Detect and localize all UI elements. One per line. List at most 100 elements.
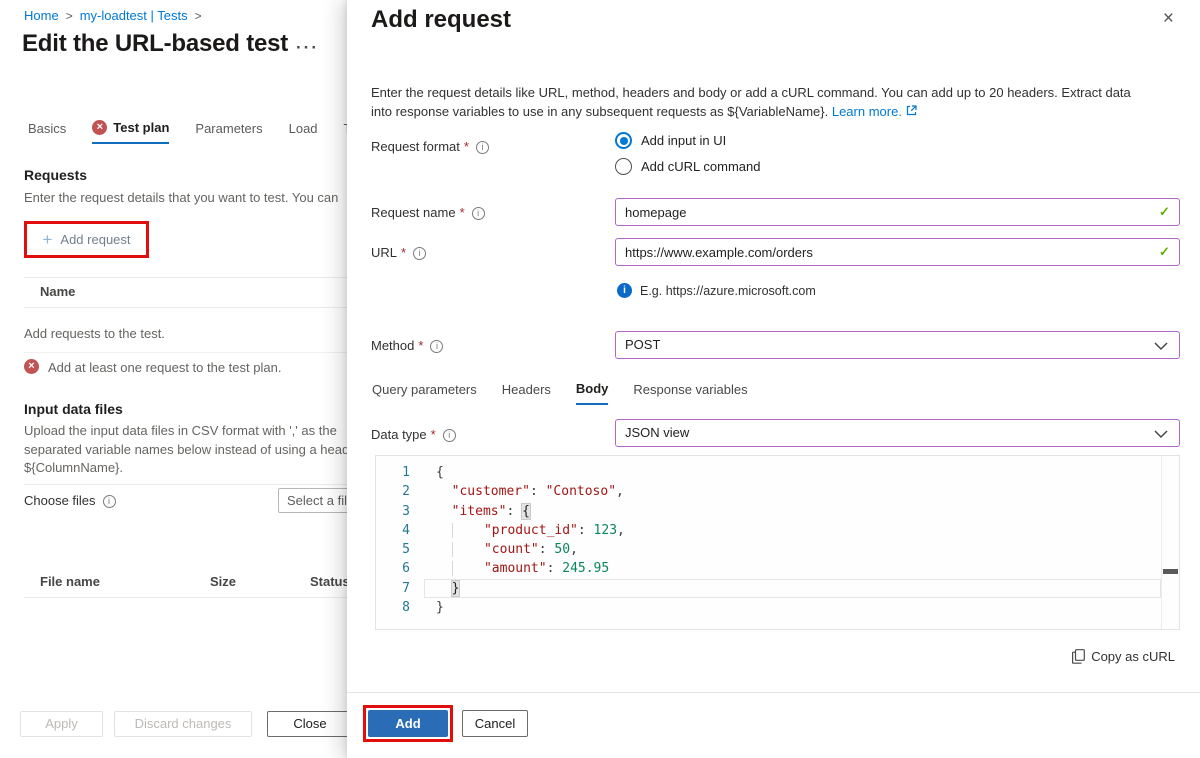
panel-description-text: Enter the request details like URL, meth… bbox=[371, 85, 1131, 119]
code-line[interactable]: 4 "product_id": 123, bbox=[376, 521, 1179, 540]
required-marker: * bbox=[460, 205, 465, 220]
url-hint-text: E.g. https://azure.microsoft.com bbox=[640, 284, 816, 298]
input-data-files-description: ${ColumnName}. bbox=[24, 460, 360, 475]
choose-files-text: Choose files bbox=[24, 493, 96, 508]
error-icon bbox=[92, 120, 107, 135]
editor-scrollbar-thumb[interactable] bbox=[1163, 569, 1178, 574]
divider bbox=[24, 484, 360, 485]
radio-unselected-icon bbox=[615, 158, 632, 175]
code-line[interactable]: 2 "customer": "Contoso", bbox=[376, 482, 1179, 501]
required-marker: * bbox=[418, 338, 423, 353]
info-icon[interactable] bbox=[413, 247, 426, 260]
error-icon bbox=[24, 359, 39, 374]
required-marker: * bbox=[431, 427, 436, 442]
add-button[interactable]: Add bbox=[368, 710, 448, 737]
label-text: Method bbox=[371, 338, 414, 353]
page-tabs: Basics Test plan Parameters Load T bbox=[28, 120, 351, 144]
apply-button[interactable]: Apply bbox=[20, 711, 103, 737]
add-button-highlight: Add bbox=[363, 705, 453, 742]
info-icon[interactable] bbox=[472, 207, 485, 220]
required-marker: * bbox=[464, 139, 469, 154]
code-line[interactable]: 7 } bbox=[376, 579, 1179, 598]
code-text: "count": 50, bbox=[424, 540, 578, 559]
label-text: Request name bbox=[371, 205, 456, 220]
radio-selected-icon bbox=[615, 132, 632, 149]
discard-changes-button[interactable]: Discard changes bbox=[114, 711, 252, 737]
info-icon[interactable] bbox=[430, 340, 443, 353]
code-line[interactable]: 6 "amount": 245.95 bbox=[376, 559, 1179, 578]
tab-query-parameters[interactable]: Query parameters bbox=[372, 381, 477, 405]
tab-basics[interactable]: Basics bbox=[28, 120, 66, 144]
close-button[interactable]: Close bbox=[267, 711, 353, 737]
code-line[interactable]: 5 "count": 50, bbox=[376, 540, 1179, 559]
radio-label: Add cURL command bbox=[641, 159, 760, 174]
divider bbox=[24, 597, 360, 598]
tab-label: Headers bbox=[502, 382, 551, 397]
panel-title: Add request bbox=[371, 6, 511, 34]
requests-error-text: Add at least one request to the test pla… bbox=[48, 360, 281, 375]
request-name-input[interactable] bbox=[615, 198, 1180, 226]
file-table-header-size: Size bbox=[210, 574, 236, 589]
request-detail-tabs: Query parameters Headers Body Response v… bbox=[372, 381, 748, 405]
learn-more-link[interactable]: Learn more. bbox=[832, 104, 917, 119]
external-link-icon bbox=[906, 105, 917, 116]
json-body-editor[interactable]: 1{2 "customer": "Contoso",3 "items": {4 … bbox=[375, 455, 1180, 630]
requests-heading: Requests bbox=[24, 167, 87, 183]
label-text: Request format bbox=[371, 139, 460, 154]
plus-icon bbox=[42, 230, 52, 250]
page-title: Edit the URL-based test bbox=[22, 30, 288, 58]
info-icon[interactable] bbox=[443, 429, 456, 442]
tab-response-variables[interactable]: Response variables bbox=[633, 381, 747, 405]
copy-as-curl-label: Copy as cURL bbox=[1091, 649, 1175, 664]
request-name-label: Request name * bbox=[371, 205, 485, 220]
code-text: "product_id": 123, bbox=[424, 521, 625, 540]
info-icon[interactable] bbox=[476, 141, 489, 154]
code-line[interactable]: 3 "items": { bbox=[376, 502, 1179, 521]
panel-description: Enter the request details like URL, meth… bbox=[371, 83, 1153, 121]
code-text: { bbox=[424, 463, 444, 482]
line-number: 3 bbox=[376, 502, 424, 521]
tab-parameters[interactable]: Parameters bbox=[195, 120, 262, 144]
code-line[interactable]: 1{ bbox=[376, 463, 1179, 482]
more-menu-icon[interactable] bbox=[296, 38, 319, 58]
code-line[interactable]: 8} bbox=[376, 598, 1179, 617]
copy-as-curl-button[interactable]: Copy as cURL bbox=[1072, 649, 1175, 664]
method-select[interactable]: POST bbox=[615, 331, 1180, 359]
tab-label: Response variables bbox=[633, 382, 747, 397]
breadcrumb-home-link[interactable]: Home bbox=[24, 8, 59, 23]
tab-headers[interactable]: Headers bbox=[502, 381, 551, 405]
line-number: 6 bbox=[376, 559, 424, 578]
file-table-header-status: Status bbox=[310, 574, 350, 589]
radio-add-curl-command[interactable]: Add cURL command bbox=[615, 158, 760, 175]
input-data-files-heading: Input data files bbox=[24, 401, 123, 417]
required-marker: * bbox=[401, 245, 406, 260]
line-number: 5 bbox=[376, 540, 424, 559]
requests-empty-text: Add requests to the test. bbox=[24, 326, 165, 341]
line-number: 1 bbox=[376, 463, 424, 482]
info-icon[interactable] bbox=[103, 495, 116, 508]
close-icon[interactable] bbox=[1163, 9, 1174, 28]
tab-label: Parameters bbox=[195, 121, 262, 136]
radio-label: Add input in UI bbox=[641, 133, 726, 148]
editor-scrollbar-track[interactable] bbox=[1161, 456, 1162, 629]
cancel-button[interactable]: Cancel bbox=[462, 710, 528, 737]
radio-add-input-in-ui[interactable]: Add input in UI bbox=[615, 132, 726, 149]
tab-test-plan[interactable]: Test plan bbox=[92, 120, 169, 144]
tab-label: Load bbox=[289, 121, 318, 136]
breadcrumb-separator: > bbox=[66, 9, 73, 23]
tab-load[interactable]: Load bbox=[289, 120, 318, 144]
tab-label: Test plan bbox=[113, 120, 169, 135]
requests-table-name-header: Name bbox=[40, 284, 75, 299]
data-type-label: Data type* bbox=[371, 427, 456, 442]
learn-more-text: Learn more. bbox=[832, 104, 902, 119]
divider bbox=[347, 692, 1200, 693]
breadcrumb-test-link[interactable]: my-loadtest | Tests bbox=[80, 8, 188, 23]
url-input[interactable] bbox=[615, 238, 1180, 266]
tab-label: Query parameters bbox=[372, 382, 477, 397]
code-text: "items": { bbox=[424, 502, 530, 521]
data-type-select[interactable]: JSON view bbox=[615, 419, 1180, 447]
tab-body[interactable]: Body bbox=[576, 381, 609, 405]
valid-check-icon bbox=[1159, 204, 1170, 220]
add-request-button[interactable]: Add request bbox=[24, 221, 149, 258]
method-label: Method * bbox=[371, 338, 443, 353]
